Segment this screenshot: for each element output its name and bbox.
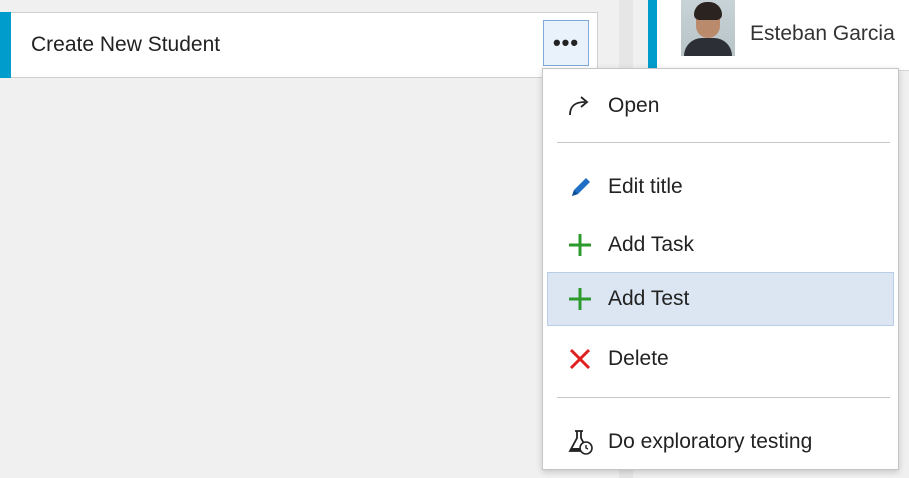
x-icon bbox=[565, 344, 595, 374]
menu-item-add-test[interactable]: Add Test bbox=[547, 272, 894, 326]
plus-icon bbox=[565, 284, 595, 314]
assignee-name: Esteban Garcia bbox=[750, 22, 895, 45]
more-actions-button[interactable]: ••• bbox=[543, 20, 589, 66]
menu-item-label: Do exploratory testing bbox=[608, 430, 813, 453]
card-accent-bar bbox=[648, 0, 657, 70]
menu-separator bbox=[557, 142, 890, 143]
menu-separator bbox=[557, 397, 890, 398]
flask-icon bbox=[565, 427, 595, 457]
menu-item-label: Edit title bbox=[608, 175, 683, 198]
card-title[interactable]: Create New Student bbox=[31, 33, 220, 57]
menu-item-label: Add Test bbox=[608, 287, 690, 310]
menu-item-delete[interactable]: Delete bbox=[547, 332, 894, 386]
avatar bbox=[681, 0, 735, 56]
menu-item-edit-title[interactable]: Edit title bbox=[547, 160, 894, 214]
plus-icon bbox=[565, 230, 595, 260]
card-accent-bar bbox=[0, 12, 11, 78]
context-menu: Open Edit title Add Task Add Test Delete… bbox=[542, 68, 899, 470]
pencil-icon bbox=[565, 172, 595, 202]
work-item-card-right[interactable]: Esteban Garcia bbox=[648, 0, 909, 71]
menu-item-label: Open bbox=[608, 94, 660, 117]
menu-item-exploratory-testing[interactable]: Do exploratory testing bbox=[547, 415, 894, 469]
menu-item-open[interactable]: Open bbox=[547, 79, 894, 133]
menu-item-label: Add Task bbox=[608, 233, 694, 256]
menu-item-add-task[interactable]: Add Task bbox=[547, 218, 894, 272]
open-arrow-icon bbox=[565, 91, 595, 121]
work-item-card[interactable]: Create New Student bbox=[0, 12, 598, 78]
menu-item-label: Delete bbox=[608, 347, 669, 370]
